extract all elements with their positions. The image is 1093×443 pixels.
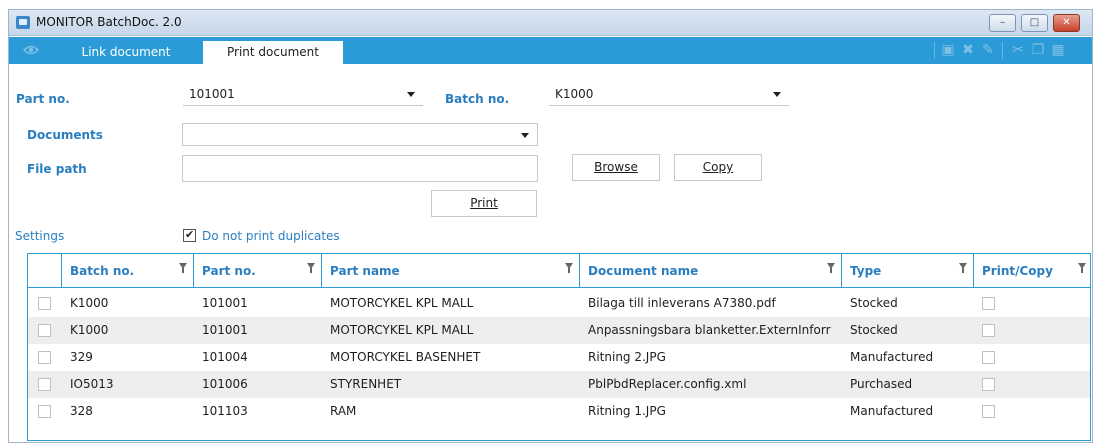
documents-dropdown[interactable] [182, 123, 538, 146]
toolbar-separator [1002, 42, 1003, 59]
batch-no-value: K1000 [555, 87, 594, 101]
cell-document-name: PblPbdReplacer.config.xml [588, 377, 747, 391]
print-button-label: Print [470, 196, 498, 210]
no-duplicates-label: Do not print duplicates [202, 229, 340, 243]
part-no-dropdown[interactable]: 101001 [183, 83, 423, 106]
file-path-label: File path [27, 162, 87, 176]
print-copy-checkbox[interactable] [982, 297, 995, 310]
filter-icon[interactable] [179, 263, 187, 273]
column-header-type[interactable]: Type [842, 254, 974, 288]
filter-icon[interactable] [1078, 263, 1086, 273]
batch-no-dropdown[interactable]: K1000 [549, 83, 789, 106]
print-button[interactable]: Print [431, 190, 537, 217]
part-no-value: 101001 [189, 87, 235, 101]
cell-document-name: Bilaga till inleverans A7380.pdf [588, 296, 776, 310]
table-row[interactable]: IO5013 101006 STYRENHET PblPbdReplacer.c… [28, 371, 1090, 398]
cell-part-name: RAM [330, 404, 357, 418]
chevron-down-icon [521, 133, 529, 138]
eraser-icon[interactable]: ✎ [981, 43, 995, 57]
maximize-button[interactable]: □ [1021, 14, 1048, 32]
documents-label: Documents [27, 128, 103, 142]
filter-icon[interactable] [565, 263, 573, 273]
cell-document-name: Ritning 2.JPG [588, 350, 666, 364]
cell-part-name: STYRENHET [330, 377, 402, 391]
cell-document-name: Anpassningsbara blanketter.ExternInforr [588, 323, 831, 337]
print-copy-checkbox[interactable] [982, 351, 995, 364]
cell-part-name: MOTORCYKEL KPL MALL [330, 296, 474, 310]
browse-button-label: Browse [594, 160, 638, 174]
filter-icon[interactable] [307, 263, 315, 273]
cell-part-no: 101103 [202, 404, 248, 418]
copy-button-label: Copy [702, 160, 734, 174]
column-header-part-no[interactable]: Part no. [194, 254, 322, 288]
cell-part-no: 101001 [202, 296, 248, 310]
paste-icon[interactable]: ▦ [1051, 43, 1065, 57]
grid-header: Batch no. Part no. Part name Document na… [28, 254, 1090, 288]
select-column-header [28, 254, 62, 288]
table-row[interactable]: K1000 101001 MOTORCYKEL KPL MALL Anpassn… [28, 317, 1090, 344]
copy-button[interactable]: Copy [674, 154, 762, 181]
column-header-document-name[interactable]: Document name [580, 254, 842, 288]
close-button[interactable]: ✕ [1053, 14, 1080, 32]
cell-part-name: MOTORCYKEL KPL MALL [330, 323, 474, 337]
toolbar-separator [934, 42, 935, 59]
window-title: MONITOR BatchDoc. 2.0 [36, 15, 182, 29]
table-row[interactable]: 328 101103 RAM Ritning 1.JPG Manufacture… [28, 398, 1090, 425]
filter-icon[interactable] [827, 263, 835, 273]
title-bar: MONITOR BatchDoc. 2.0 – □ ✕ [9, 10, 1092, 36]
cell-part-no: 101001 [202, 323, 248, 337]
no-duplicates-checkbox[interactable] [183, 228, 196, 242]
file-path-input[interactable] [182, 155, 538, 182]
cell-part-name: MOTORCYKEL BASENHET [330, 350, 481, 364]
row-select-checkbox[interactable] [38, 351, 51, 364]
cell-batch-no: 329 [70, 350, 93, 364]
chevron-down-icon [773, 92, 781, 97]
cell-part-no: 101004 [202, 350, 248, 364]
column-header-print-copy[interactable]: Print/Copy [974, 254, 1092, 288]
cell-batch-no: 328 [70, 404, 93, 418]
documents-grid: Batch no. Part no. Part name Document na… [27, 253, 1091, 441]
app-logo-icon [16, 16, 30, 29]
column-header-part-name[interactable]: Part name [322, 254, 580, 288]
save-icon[interactable]: ▣ [941, 43, 955, 57]
tab-print-document[interactable]: Print document [203, 41, 343, 64]
batch-no-label: Batch no. [445, 92, 510, 106]
cell-type: Stocked [850, 296, 898, 310]
row-select-checkbox[interactable] [38, 324, 51, 337]
cell-batch-no: IO5013 [70, 377, 114, 391]
cell-part-no: 101006 [202, 377, 248, 391]
table-row[interactable]: 329 101004 MOTORCYKEL BASENHET Ritning 2… [28, 344, 1090, 371]
print-copy-checkbox[interactable] [982, 324, 995, 337]
filter-icon[interactable] [959, 263, 967, 273]
copy-icon[interactable]: ❐ [1031, 43, 1045, 57]
tab-link-document[interactable]: Link document [63, 41, 189, 64]
eye-icon[interactable] [23, 44, 39, 56]
settings-label: Settings [15, 229, 65, 243]
cell-type: Manufactured [850, 404, 934, 418]
delete-icon[interactable]: ✖ [961, 43, 975, 57]
part-no-label: Part no. [16, 92, 70, 106]
cell-type: Manufactured [850, 350, 934, 364]
row-select-checkbox[interactable] [38, 297, 51, 310]
cut-icon[interactable]: ✂ [1011, 43, 1025, 57]
cell-document-name: Ritning 1.JPG [588, 404, 666, 418]
row-select-checkbox[interactable] [38, 405, 51, 418]
cell-batch-no: K1000 [70, 296, 109, 310]
cell-type: Purchased [850, 377, 913, 391]
table-row[interactable]: K1000 101001 MOTORCYKEL KPL MALL Bilaga … [28, 290, 1090, 317]
app-window: MONITOR BatchDoc. 2.0 – □ ✕ Link documen… [8, 9, 1093, 443]
print-copy-checkbox[interactable] [982, 378, 995, 391]
cell-type: Stocked [850, 323, 898, 337]
minimize-button[interactable]: – [989, 14, 1016, 32]
cell-batch-no: K1000 [70, 323, 109, 337]
print-copy-checkbox[interactable] [982, 405, 995, 418]
tab-bar: Link document Print document ▣ ✖ ✎ ✂ ❐ ▦ [9, 37, 1092, 64]
browse-button[interactable]: Browse [572, 154, 660, 181]
row-select-checkbox[interactable] [38, 378, 51, 391]
column-header-batch-no[interactable]: Batch no. [62, 254, 194, 288]
chevron-down-icon [407, 92, 415, 97]
